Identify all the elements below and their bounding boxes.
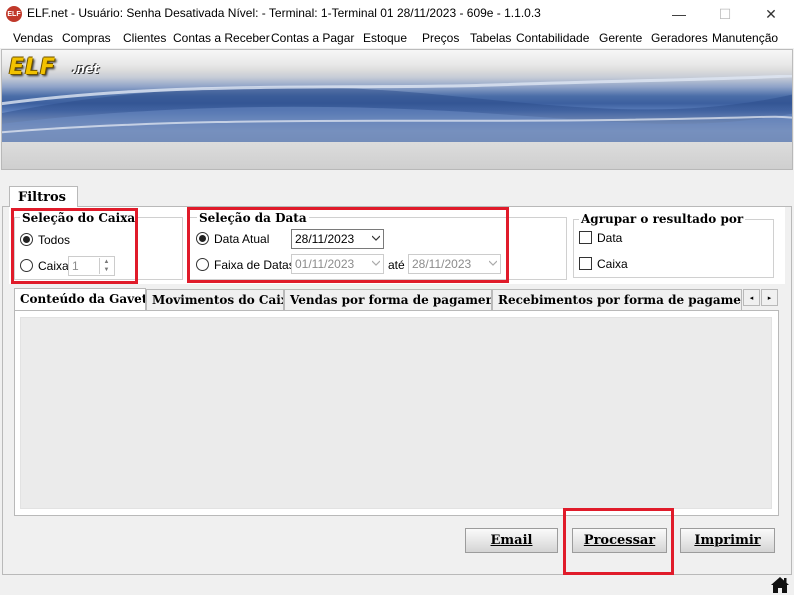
tab-movimentos-caixa[interactable]: Movimentos do Caixa [146,289,284,311]
tab-conteudo-gaveta[interactable]: Conteúdo da Gaveta [14,288,146,312]
tab-vendas-forma-pagamento[interactable]: Vendas por forma de pagamento [284,289,492,311]
radio-todos-label: Todos [38,233,71,247]
processar-button[interactable]: Processar [572,528,667,553]
processar-button-label: Processar [583,533,656,548]
chevron-down-icon[interactable] [372,234,380,242]
banner-strip [1,142,793,170]
menu-gerente[interactable]: Gerente [599,31,642,45]
faixa-fim-picker[interactable]: 28/11/2023 [408,254,501,274]
data-atual-value: 28/11/2023 [295,232,355,246]
radio-faixa-datas-label: Faixa de Datas [214,258,295,272]
maximize-button[interactable]: ☐ [702,0,748,28]
caixa-number-stepper[interactable]: 1 ▲ ▼ [68,256,115,276]
header-banner [1,49,793,143]
chevron-down-icon[interactable] [489,259,497,267]
faixa-inicio-value: 01/11/2023 [295,257,355,271]
menu-contabilidade[interactable]: Contabilidade [516,31,589,45]
radio-caixa-label: Caixa [38,259,69,273]
checkbox-agrupar-data[interactable] [579,231,592,244]
radio-faixa-datas[interactable] [196,258,209,271]
elf-logo: ELF [9,55,57,80]
data-atual-picker[interactable]: 28/11/2023 [291,229,384,249]
results-grid[interactable] [20,317,772,509]
ate-label: até [388,258,405,272]
tab-recebimentos-forma-pagamento[interactable]: Recebimentos por forma de pagamento [492,289,742,311]
result-tabs: Conteúdo da Gaveta Movimentos do Caixa V… [14,288,779,312]
application-window: ELF ELF.net - Usuário: Senha Desativada … [0,0,794,595]
menu-estoque[interactable]: Estoque [363,31,407,45]
menu-vendas[interactable]: Vendas [13,31,53,45]
email-button-label: Email [490,533,533,548]
tab-scroll-right-icon[interactable]: ▸ [761,289,778,306]
menu-compras[interactable]: Compras [62,31,111,45]
menu-tabelas[interactable]: Tabelas [470,31,511,45]
app-icon: ELF [6,6,22,22]
selecao-data-title: Seleção da Data [197,211,309,225]
faixa-inicio-picker[interactable]: 01/11/2023 [291,254,384,274]
stepper-arrows-icon[interactable]: ▲ ▼ [99,258,113,274]
agrupar-title: Agrupar o resultado por [579,212,746,226]
faixa-fim-value: 28/11/2023 [412,257,472,271]
email-button[interactable]: Email [465,528,558,553]
checkbox-agrupar-data-label: Data [597,231,623,245]
status-bar [0,575,794,595]
radio-data-atual-label: Data Atual [214,232,270,246]
menu-clientes[interactable]: Clientes [123,31,166,45]
imprimir-button[interactable]: Imprimir [680,528,775,553]
radio-todos[interactable] [20,233,33,246]
window-title: ELF.net - Usuário: Senha Desativada Níve… [27,6,541,20]
title-bar: ELF ELF.net - Usuário: Senha Desativada … [0,0,794,28]
menu-bar: Vendas Compras Clientes Contas a Receber… [0,28,794,48]
selecao-caixa-title: Seleção do Caixa [20,211,138,225]
chevron-down-icon[interactable] [372,259,380,267]
checkbox-agrupar-caixa[interactable] [579,257,592,270]
menu-contas-a-receber[interactable]: Contas a Receber [173,31,270,45]
menu-contas-a-pagar[interactable]: Contas a Pagar [271,31,354,45]
minimize-button[interactable]: — [656,0,702,28]
home-icon[interactable] [770,576,790,594]
radio-data-atual[interactable] [196,232,209,245]
caixa-number-value: 1 [72,259,79,273]
menu-precos[interactable]: Preços [422,31,459,45]
banner-swoosh-graphic [2,75,792,142]
tab-scroll-left-icon[interactable]: ◂ [743,289,760,306]
checkbox-agrupar-caixa-label: Caixa [597,257,628,271]
imprimir-button-label: Imprimir [694,533,761,548]
menu-geradores[interactable]: Geradores [651,31,708,45]
close-button[interactable]: ✕ [748,0,794,28]
tab-filtros[interactable]: Filtros [9,186,78,208]
radio-caixa[interactable] [20,259,33,272]
menu-manutencao[interactable]: Manutenção [712,31,778,45]
elf-logo-suffix: .net [72,62,99,76]
